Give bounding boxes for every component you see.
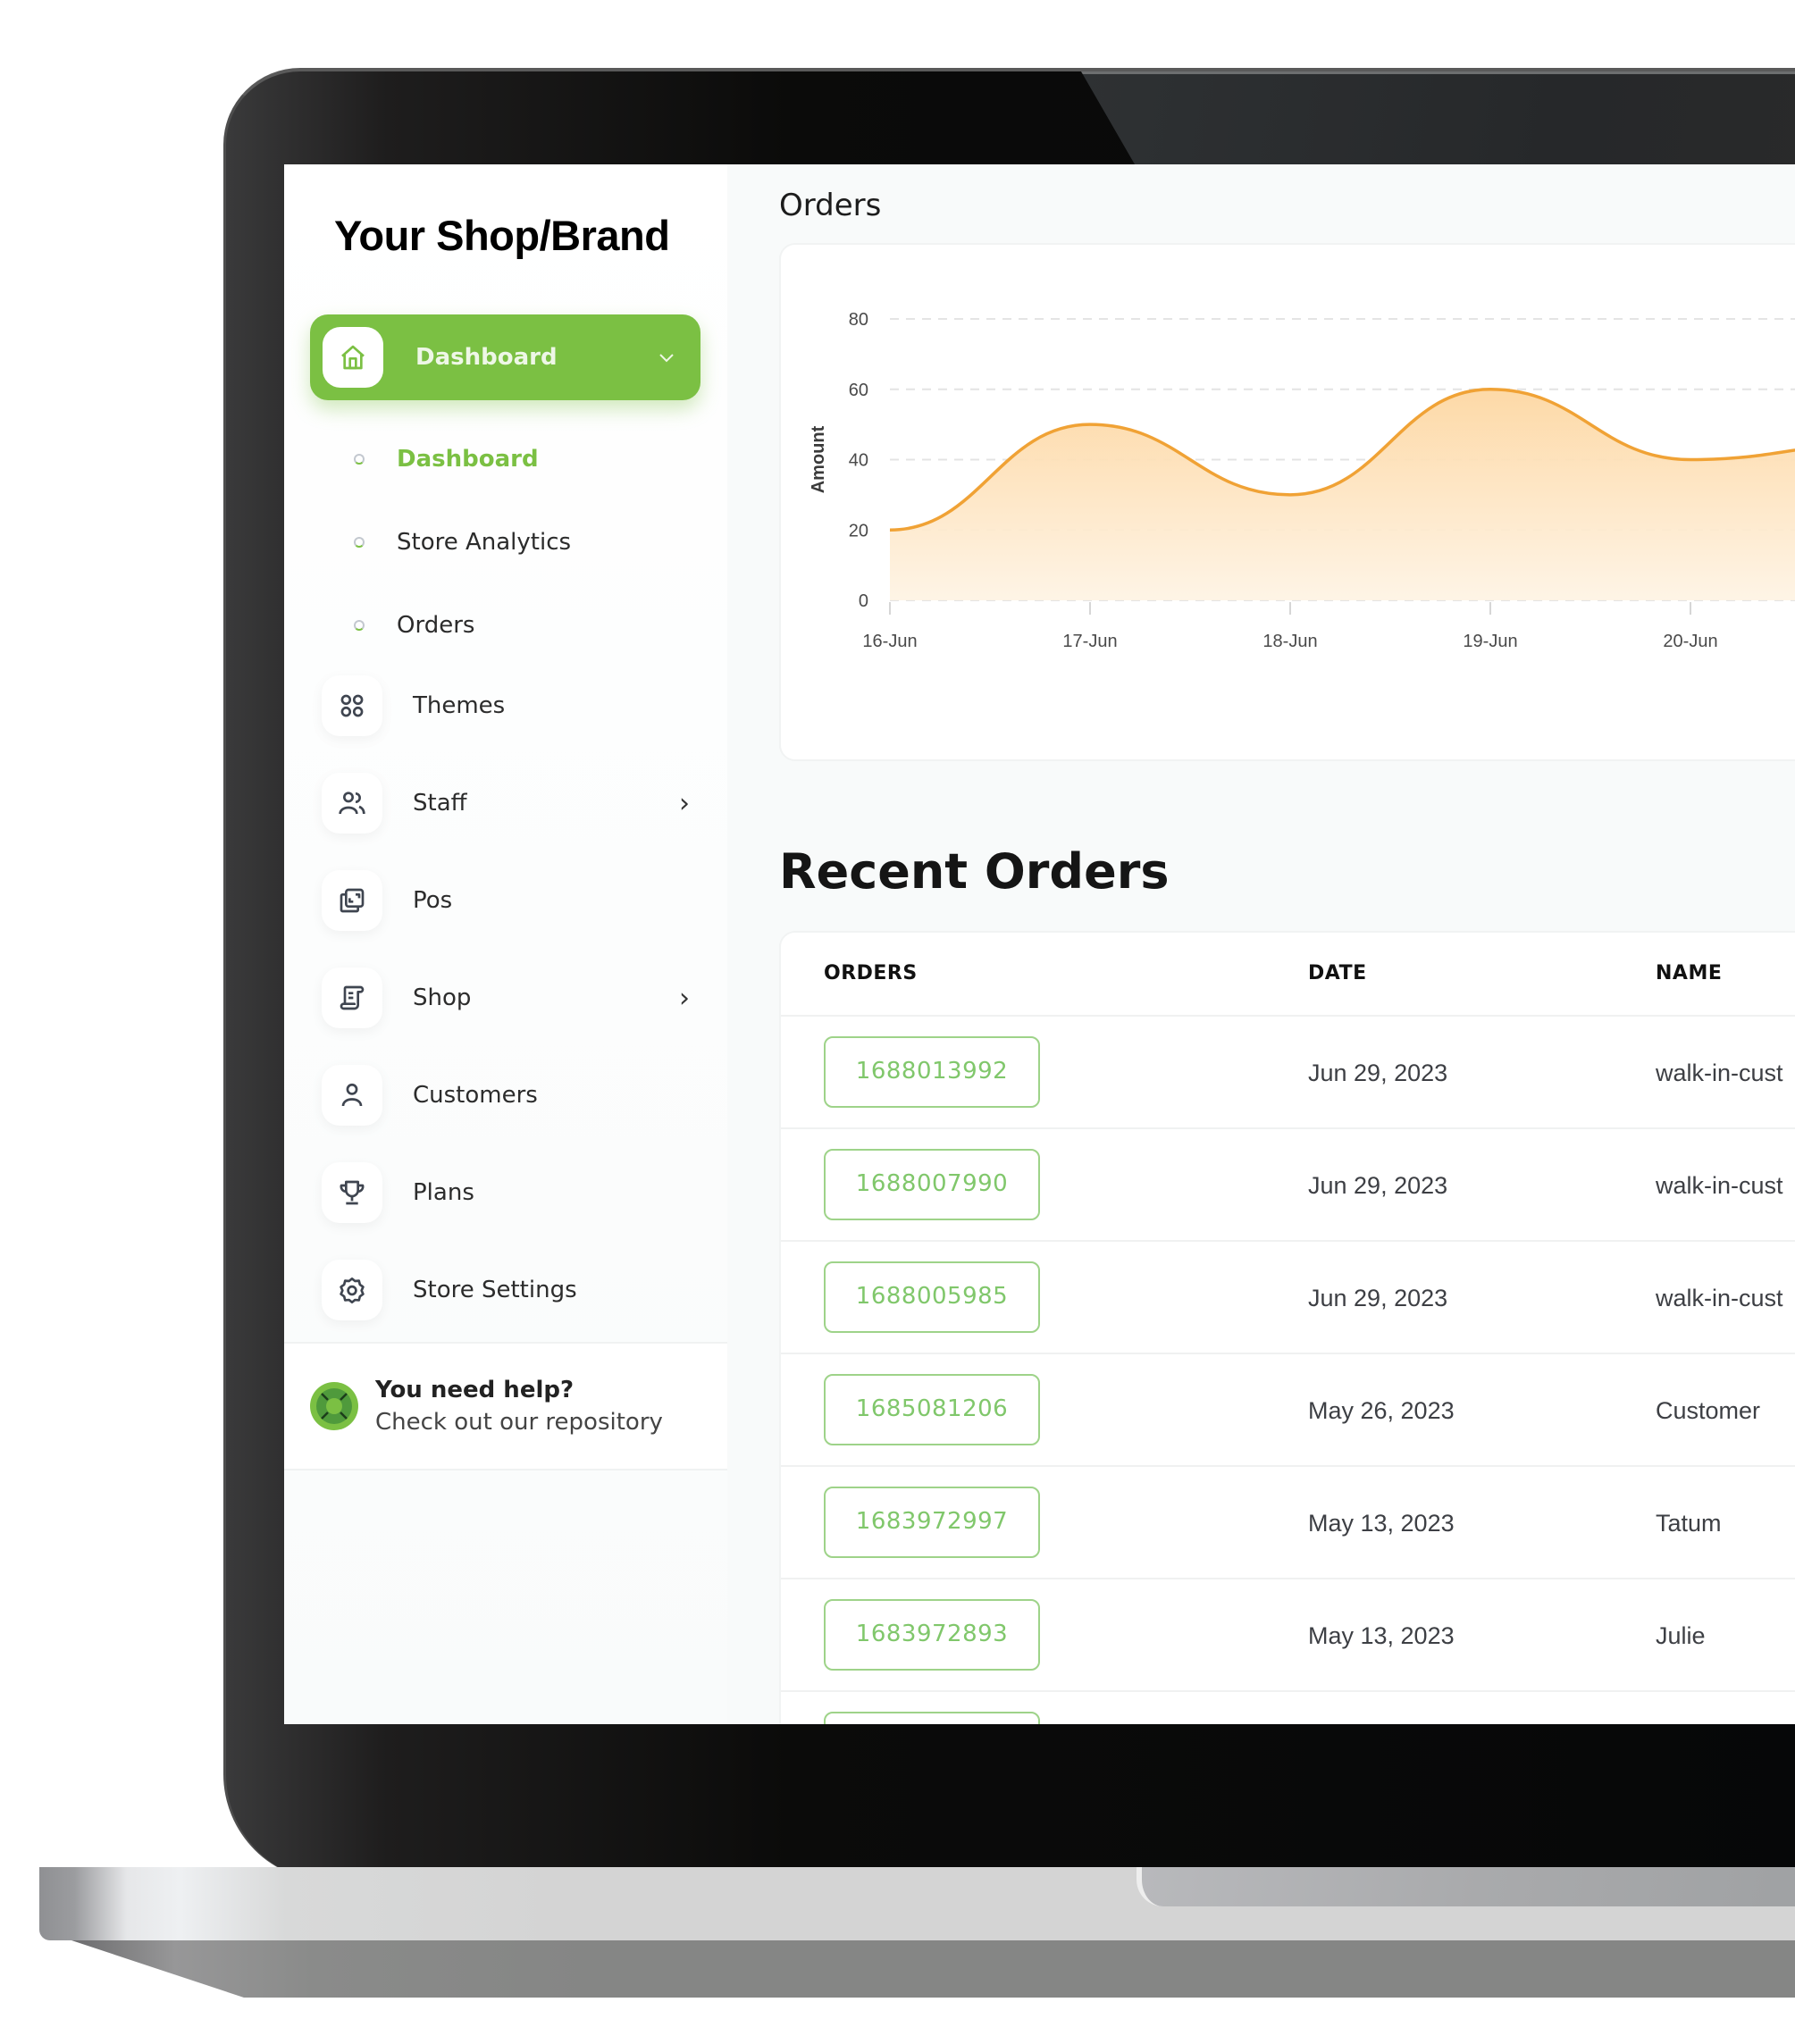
brand-name: Your Shop/Brand	[334, 212, 670, 259]
sidebar-item-pos[interactable]: Pos	[322, 870, 715, 931]
order-id-button[interactable]	[824, 1712, 1040, 1724]
screen: Your Shop/Brand Dashboard Dashboard Stor…	[284, 164, 1795, 1724]
recent-orders-title: Recent Orders	[779, 843, 1170, 900]
order-id-button[interactable]: 1685081206	[824, 1374, 1040, 1445]
orders-chart: 0 20 40 60 80 16-Jun 17-Jun 18-Jun 19-Jun 20-Jun…	[809, 310, 1795, 651]
bullet-icon	[354, 620, 365, 631]
sidebar-item-shop[interactable]: Shop ›	[322, 968, 715, 1028]
sidebar-item-label: Pos	[413, 887, 453, 914]
order-date: Jun 29, 2023	[1308, 1285, 1448, 1311]
sidebar-item-customers[interactable]: Customers	[322, 1065, 715, 1126]
customer-name: walk-in-cust	[1656, 1060, 1783, 1086]
table-row: 1683972893 May 13, 2023 Julie	[781, 1579, 1795, 1692]
column-header-date[interactable]: DATE	[1308, 933, 1367, 1015]
customer-name: Customer	[1656, 1397, 1761, 1424]
x-tick-label: 19-Jun	[1463, 632, 1517, 651]
subnav-store-analytics[interactable]: Store Analytics	[354, 524, 571, 560]
order-id-button[interactable]: 1688005985	[824, 1261, 1040, 1333]
sidebar: Your Shop/Brand Dashboard Dashboard Stor…	[284, 164, 727, 1724]
table-row	[781, 1692, 1795, 1724]
column-header-orders[interactable]: ORDERS	[824, 933, 918, 1015]
order-date: May 26, 2023	[1308, 1397, 1455, 1424]
x-tick-label: 20-Jun	[1663, 632, 1717, 651]
orders-chart-title: Orders	[779, 188, 882, 223]
table-row: 1685081206 May 26, 2023 Customer	[781, 1354, 1795, 1467]
y-tick-label: 60	[849, 381, 868, 400]
grid-icon	[322, 675, 382, 736]
sidebar-item-label: Themes	[413, 692, 506, 719]
sidebar-item-plans[interactable]: Plans	[322, 1162, 715, 1223]
y-tick-label: 80	[849, 310, 868, 330]
order-id-button[interactable]: 1683972893	[824, 1599, 1040, 1671]
subnav-orders[interactable]: Orders	[354, 607, 474, 643]
customer-name: Tatum	[1656, 1510, 1722, 1537]
sidebar-item-label: Staff	[413, 790, 467, 817]
sidebar-item-label: Customers	[413, 1082, 538, 1109]
sidebar-item-label: Shop	[413, 984, 472, 1011]
help-panel[interactable]: You need help? Check out our repository	[284, 1342, 727, 1470]
sidebar-item-label: Dashboard	[415, 344, 558, 371]
order-id-button[interactable]: 1688013992	[824, 1036, 1040, 1108]
column-header-name[interactable]: NAME	[1656, 933, 1722, 1015]
x-tick-label: 18-Jun	[1262, 632, 1317, 651]
table-row: 1688013992 Jun 29, 2023 walk-in-cust	[781, 1017, 1795, 1129]
gear-icon	[322, 1260, 382, 1320]
table-row: 1683972997 May 13, 2023 Tatum	[781, 1467, 1795, 1579]
scroll-icon	[322, 968, 382, 1028]
sidebar-item-store-settings[interactable]: Store Settings	[322, 1260, 715, 1320]
lifebuoy-icon	[310, 1382, 358, 1430]
laptop-base-notch	[1137, 1867, 1795, 1906]
x-tick-label: 17-Jun	[1062, 632, 1117, 651]
orders-chart-card: 0 20 40 60 80 16-Jun 17-Jun 18-Jun 19-Jun 20-Jun…	[779, 243, 1795, 761]
user-icon	[322, 1065, 382, 1126]
sidebar-item-label: Store Settings	[413, 1277, 577, 1303]
y-axis-title: Amount	[809, 425, 828, 493]
bezel-glare	[1081, 71, 1795, 164]
bullet-icon	[354, 454, 365, 465]
recent-orders-table: ORDERS DATE NAME 1688013992 Jun 29, 2023 w…	[779, 931, 1795, 1724]
order-date: May 13, 2023	[1308, 1622, 1455, 1649]
subnav-dashboard[interactable]: Dashboard	[354, 441, 539, 477]
subnav-label: Orders	[397, 612, 475, 639]
users-icon	[322, 773, 382, 834]
trophy-icon	[322, 1162, 382, 1223]
customer-name: Julie	[1656, 1622, 1706, 1649]
y-tick-label: 0	[859, 591, 868, 611]
y-tick-label: 20	[849, 521, 868, 540]
bullet-icon	[354, 537, 365, 548]
home-icon	[323, 327, 383, 388]
order-id-button[interactable]: 1688007990	[824, 1149, 1040, 1220]
help-title: You need help?	[375, 1377, 575, 1403]
order-id-button[interactable]: 1683972997	[824, 1487, 1040, 1558]
order-date: May 13, 2023	[1308, 1510, 1455, 1537]
sidebar-item-themes[interactable]: Themes	[322, 675, 715, 736]
subnav-label: Dashboard	[397, 446, 539, 473]
help-link[interactable]: Check out our repository	[375, 1409, 663, 1436]
customer-name: walk-in-cust	[1656, 1285, 1783, 1311]
sidebar-item-label: Plans	[413, 1179, 474, 1206]
table-row: 1688005985 Jun 29, 2023 walk-in-cust	[781, 1242, 1795, 1354]
chevron-down-icon	[658, 347, 675, 369]
order-date: Jun 29, 2023	[1308, 1060, 1448, 1086]
customer-name: walk-in-cust	[1656, 1172, 1783, 1199]
order-date: Jun 29, 2023	[1308, 1172, 1448, 1199]
x-tick-label: 16-Jun	[862, 632, 917, 651]
chevron-right-icon: ›	[679, 787, 690, 819]
laptop-base-bottom	[71, 1940, 1795, 1998]
chevron-right-icon: ›	[679, 982, 690, 1014]
pos-icon	[322, 870, 382, 931]
sidebar-item-staff[interactable]: Staff ›	[322, 773, 715, 834]
y-tick-label: 40	[849, 451, 868, 471]
subnav-label: Store Analytics	[397, 529, 572, 556]
sidebar-item-dashboard[interactable]: Dashboard	[310, 314, 700, 400]
table-row: 1688007990 Jun 29, 2023 walk-in-cust	[781, 1129, 1795, 1242]
chart-area-fill	[890, 389, 1795, 600]
